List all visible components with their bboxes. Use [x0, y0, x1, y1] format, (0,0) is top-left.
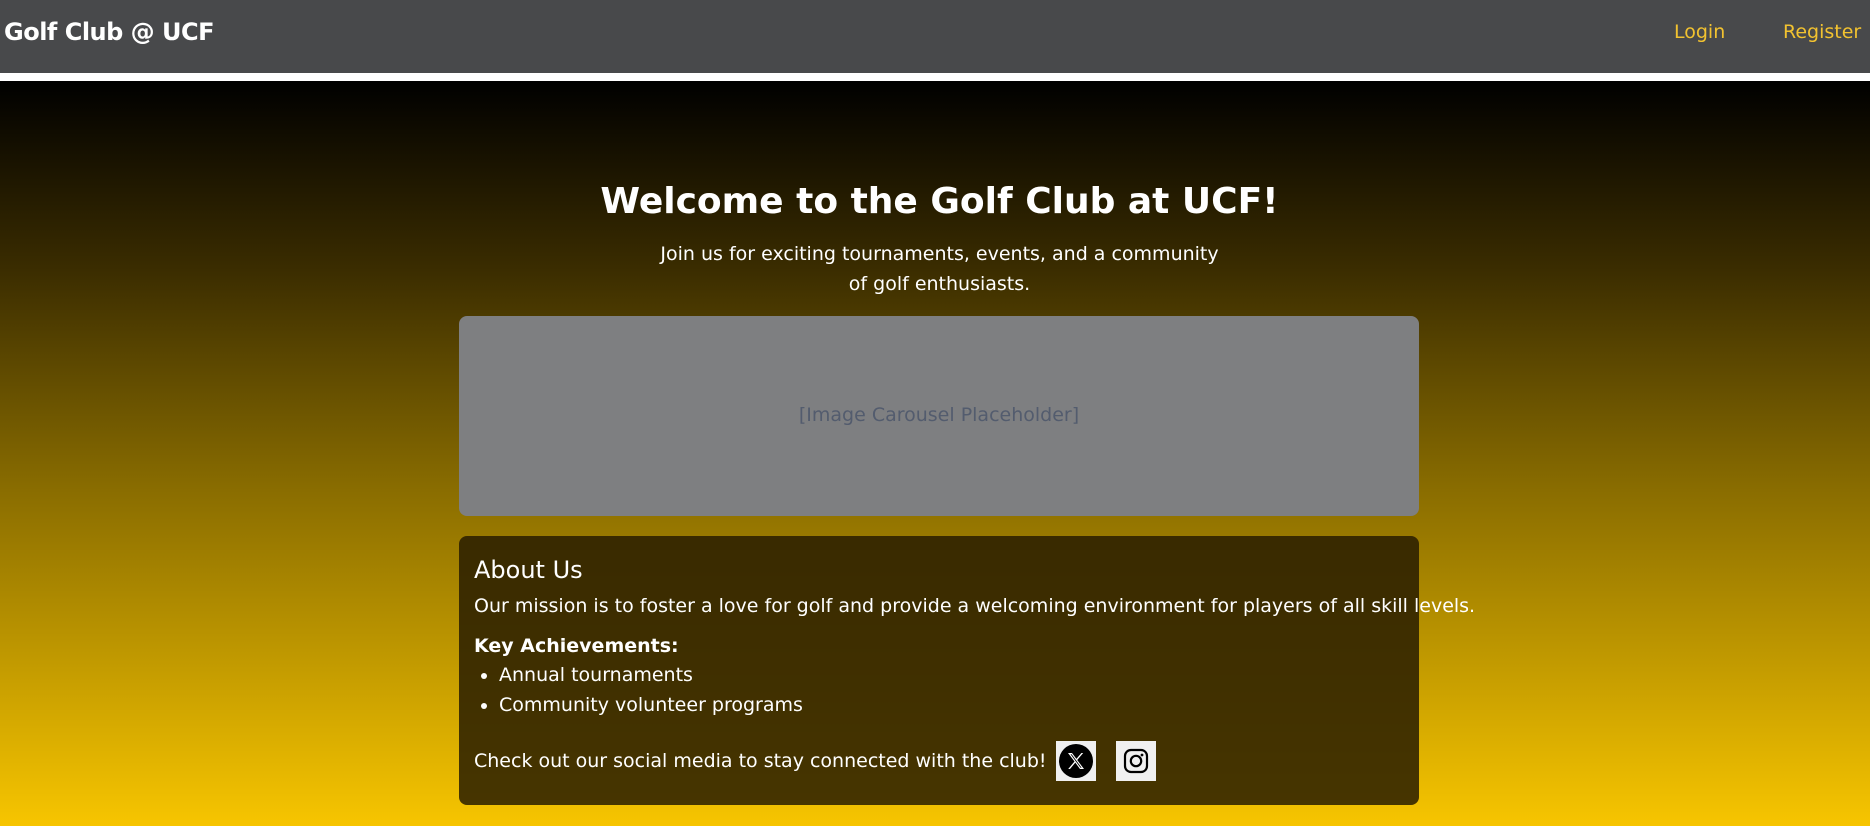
- hero-section: Welcome to the Golf Club at UCF! Join us…: [0, 81, 1870, 826]
- image-carousel[interactable]: [Image Carousel Placeholder]: [459, 316, 1419, 516]
- list-item: Annual tournaments: [499, 660, 803, 690]
- social-row: Check out our social media to stay conne…: [474, 741, 1176, 781]
- list-item: Community volunteer programs: [499, 690, 803, 720]
- x-icon: [1058, 744, 1093, 778]
- brand-logo-text[interactable]: Golf Club @ UCF: [4, 18, 215, 46]
- instagram-icon: [1123, 748, 1148, 774]
- about-card: About Us Our mission is to foster a love…: [459, 536, 1476, 805]
- navbar: Golf Club @ UCF Login Register: [0, 0, 1870, 77]
- about-title: About Us: [474, 556, 583, 584]
- x-social-button[interactable]: [1055, 741, 1096, 781]
- carousel-placeholder-text: [Image Carousel Placeholder]: [798, 404, 1080, 426]
- register-link[interactable]: Register: [1783, 21, 1861, 43]
- achievements-heading: Key Achievements:: [474, 635, 679, 657]
- hero-subtitle: Join us for exciting tournaments, events…: [660, 243, 1219, 295]
- achievements-list: Annual tournaments Community volunteer p…: [474, 660, 803, 720]
- hero-title: Welcome to the Golf Club at UCF!: [600, 181, 1279, 222]
- login-link[interactable]: Login: [1674, 21, 1725, 43]
- instagram-social-button[interactable]: [1115, 741, 1156, 781]
- mission-text: Our mission is to foster a love for golf…: [474, 595, 1476, 617]
- social-text: Check out our social media to stay conne…: [474, 750, 1047, 772]
